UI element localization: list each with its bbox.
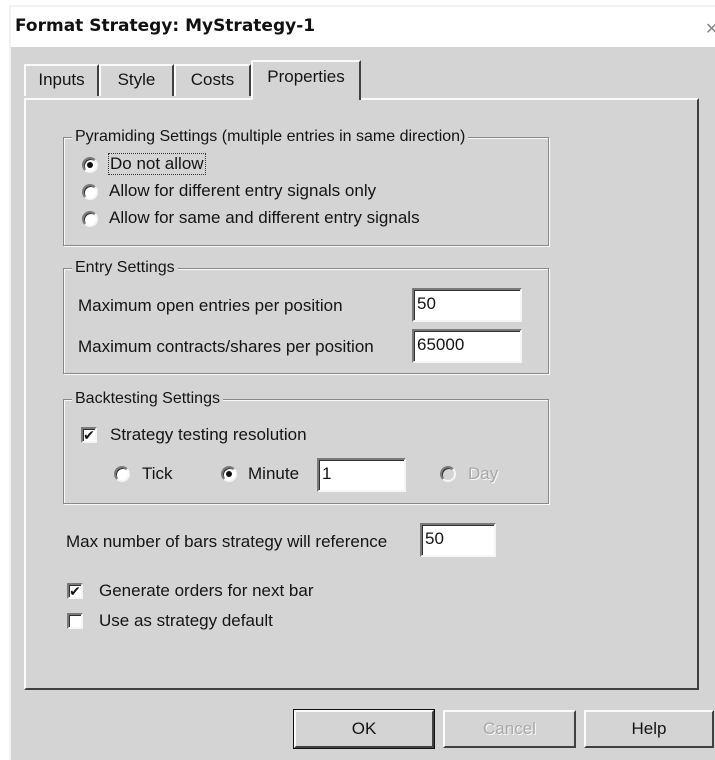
max-bars-label: Max number of bars strategy will referen…: [66, 532, 388, 551]
properties-panel: Pyramiding Settings (multiple entries in…: [24, 98, 699, 690]
tab-style-label: Style: [117, 70, 156, 89]
strategy-resolution-label[interactable]: Strategy testing resolution: [110, 425, 307, 445]
max-contracts-label: Maximum contracts/shares per position: [78, 337, 374, 356]
generate-orders-checkbox[interactable]: ✔: [67, 583, 83, 599]
pyramiding-legend: Pyramiding Settings (multiple entries in…: [72, 127, 469, 147]
strategy-default-checkbox[interactable]: [67, 613, 83, 629]
format-strategy-dialog: Format Strategy: MyStrategy-1 ✕ Inputs S…: [9, 5, 715, 760]
dialog-title: Format Strategy: MyStrategy-1: [15, 16, 316, 36]
entry-settings-legend: Entry Settings: [72, 258, 178, 278]
tab-properties-label: Properties: [267, 67, 345, 86]
ok-button[interactable]: OK: [293, 709, 435, 749]
max-open-entries-label: Maximum open entries per position: [78, 296, 343, 315]
same-and-different-signals-label[interactable]: Allow for same and different entry signa…: [109, 208, 420, 228]
tab-style[interactable]: Style: [99, 64, 174, 96]
radio-day[interactable]: [440, 466, 456, 482]
strategy-default-label[interactable]: Use as strategy default: [99, 611, 273, 631]
radio-do-not-allow[interactable]: [82, 157, 98, 173]
minute-value-input[interactable]: 1: [317, 458, 406, 492]
title-bar: Format Strategy: MyStrategy-1 ✕: [11, 7, 715, 47]
backtesting-legend: Backtesting Settings: [72, 389, 223, 409]
max-contracts-input[interactable]: 65000: [412, 329, 522, 363]
tick-label[interactable]: Tick: [142, 464, 173, 484]
cancel-button[interactable]: Cancel: [443, 710, 576, 748]
help-button[interactable]: Help: [584, 710, 714, 748]
tab-inputs[interactable]: Inputs: [24, 64, 99, 96]
max-bars-input[interactable]: 50: [420, 523, 496, 557]
radio-tick[interactable]: [114, 466, 130, 482]
pyramiding-settings-group: Pyramiding Settings (multiple entries in…: [63, 127, 549, 246]
radio-minute[interactable]: [221, 466, 237, 482]
tab-inputs-label: Inputs: [38, 70, 85, 89]
max-open-entries-input[interactable]: 50: [412, 288, 522, 322]
do-not-allow-label[interactable]: Do not allow: [108, 153, 206, 175]
radio-different-signals-only[interactable]: [82, 184, 98, 200]
tab-properties[interactable]: Properties: [251, 60, 361, 100]
entry-settings-group: Entry Settings Maximum open entries per …: [63, 258, 549, 374]
different-signals-only-label[interactable]: Allow for different entry signals only: [109, 181, 376, 201]
close-icon[interactable]: ✕: [705, 21, 715, 39]
day-label[interactable]: Day: [468, 464, 498, 484]
tab-costs-label: Costs: [190, 70, 235, 89]
tab-costs[interactable]: Costs: [174, 64, 251, 96]
minute-label[interactable]: Minute: [248, 464, 299, 484]
generate-orders-label[interactable]: Generate orders for next bar: [99, 581, 314, 601]
backtesting-settings-group: Backtesting Settings ✔ Strategy testing …: [63, 389, 549, 504]
strategy-resolution-checkbox[interactable]: ✔: [81, 427, 97, 443]
radio-same-and-different-signals[interactable]: [82, 211, 98, 227]
